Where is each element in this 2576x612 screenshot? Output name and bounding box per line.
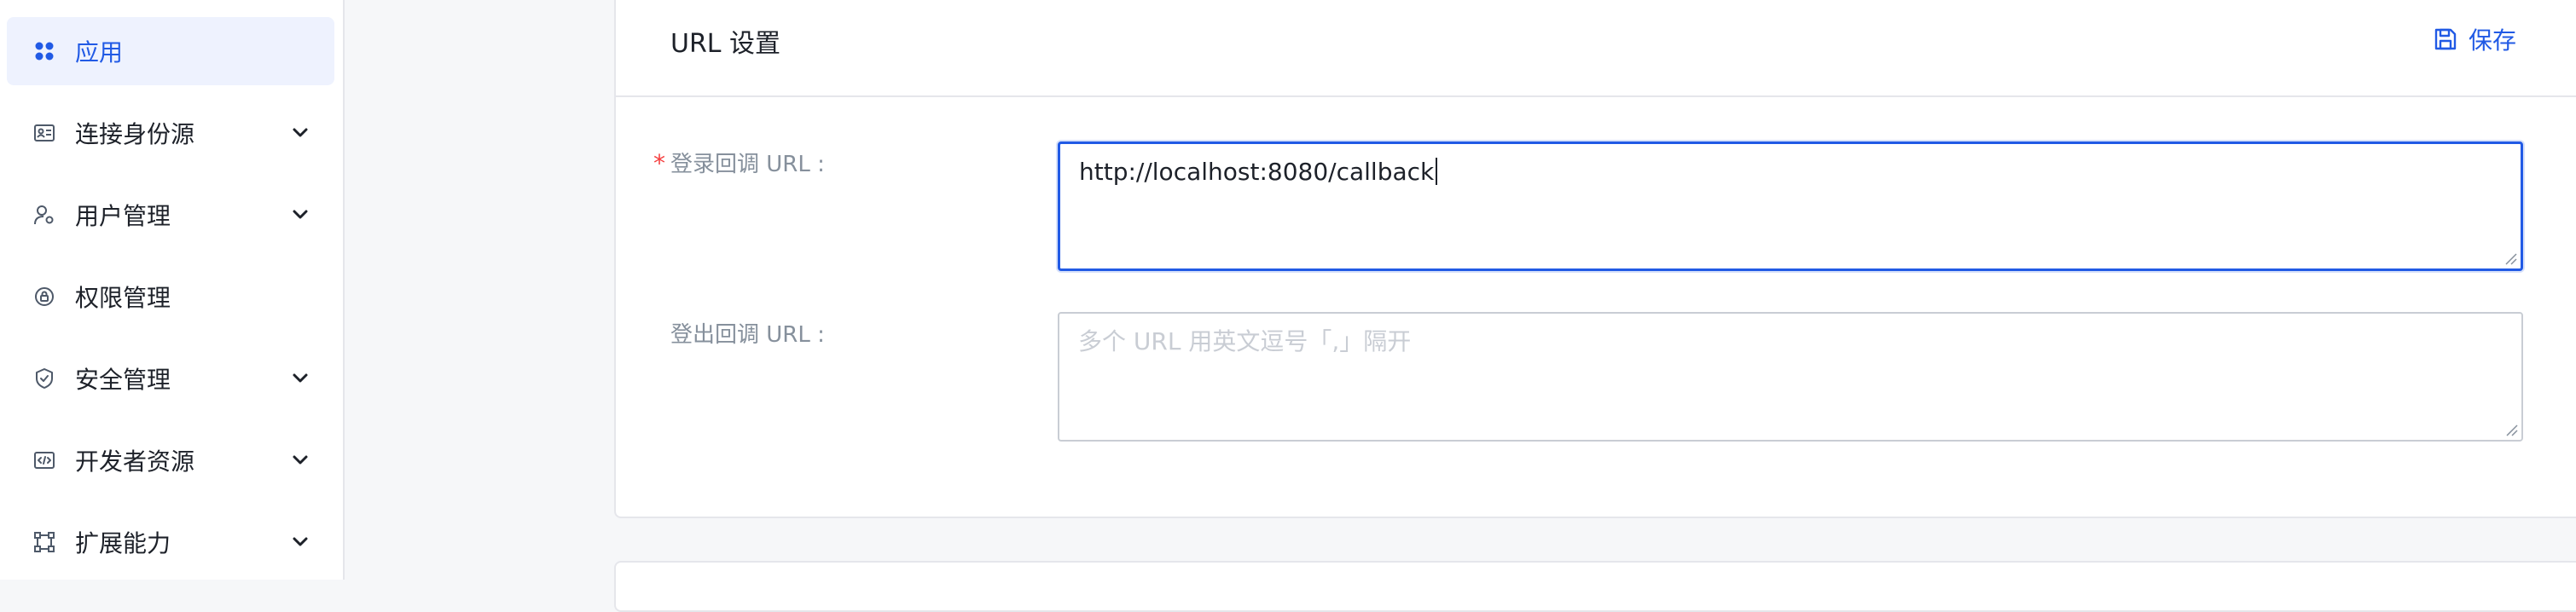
code-icon	[32, 448, 56, 472]
save-icon	[2434, 28, 2457, 50]
sidebar-item-label: 用户管理	[75, 202, 171, 230]
resize-handle-icon[interactable]	[2503, 251, 2517, 265]
logout-callback-label: 登出回调 URL :	[670, 322, 825, 348]
user-settings-icon	[32, 203, 56, 227]
sidebar-item-label: 开发者资源	[75, 447, 195, 476]
required-marker: *	[653, 149, 665, 177]
save-button[interactable]: 保存	[2433, 22, 2516, 56]
next-settings-card	[614, 561, 2576, 612]
sidebar-item-label: 权限管理	[75, 284, 171, 312]
id-card-icon	[32, 121, 56, 145]
sidebar-item-user-management[interactable]: 用户管理	[7, 181, 334, 249]
chevron-down-icon[interactable]	[288, 530, 312, 554]
resize-handle-icon[interactable]	[2504, 423, 2518, 436]
sidebar-item-developer-resources[interactable]: 开发者资源	[7, 426, 334, 494]
chevron-down-icon[interactable]	[288, 367, 312, 390]
logout-callback-url-placeholder: 多个 URL 用英文逗号「,」隔开	[1078, 327, 1412, 355]
sidebar-item-label: 扩展能力	[75, 529, 171, 557]
shield-icon	[32, 367, 56, 390]
sidebar-item-label: 应用	[75, 38, 124, 66]
apps-icon	[32, 39, 56, 63]
permission-icon	[32, 285, 56, 309]
logout-callback-url-textarea[interactable]: 多个 URL 用英文逗号「,」隔开	[1058, 312, 2523, 442]
sidebar-item-permission-management[interactable]: 权限管理	[7, 263, 334, 331]
sidebar-item-identity-sources[interactable]: 连接身份源	[7, 99, 334, 167]
sidebar-item-label: 安全管理	[75, 366, 171, 394]
url-settings-card: URL 设置 保存 * 登录回调 URL : http://localhost:8…	[614, 0, 2576, 518]
text-caret	[1436, 158, 1438, 185]
login-callback-url-value: http://localhost:8080/callback	[1079, 158, 1435, 186]
sidebar-item-extensions[interactable]: 扩展能力	[7, 508, 334, 576]
sidebar-item-apps[interactable]: 应用	[7, 17, 334, 85]
login-callback-label: * 登录回调 URL :	[653, 147, 825, 178]
save-button-label: 保存	[2469, 26, 2517, 55]
chevron-down-icon[interactable]	[288, 203, 312, 227]
sidebar: 应用 连接身份源 用户管理 权限管理 安全管理 开发者资源 扩展能力	[0, 0, 345, 580]
card-header: URL 设置 保存	[616, 0, 2576, 97]
chevron-down-icon[interactable]	[288, 448, 312, 472]
extension-icon	[32, 530, 56, 554]
sidebar-item-security-management[interactable]: 安全管理	[7, 344, 334, 413]
sidebar-item-label: 连接身份源	[75, 120, 195, 148]
login-callback-label-text: 登录回调 URL :	[670, 152, 825, 177]
card-title: URL 设置	[670, 29, 781, 59]
login-callback-url-textarea[interactable]: http://localhost:8080/callback	[1058, 141, 2523, 271]
chevron-down-icon[interactable]	[288, 121, 312, 145]
